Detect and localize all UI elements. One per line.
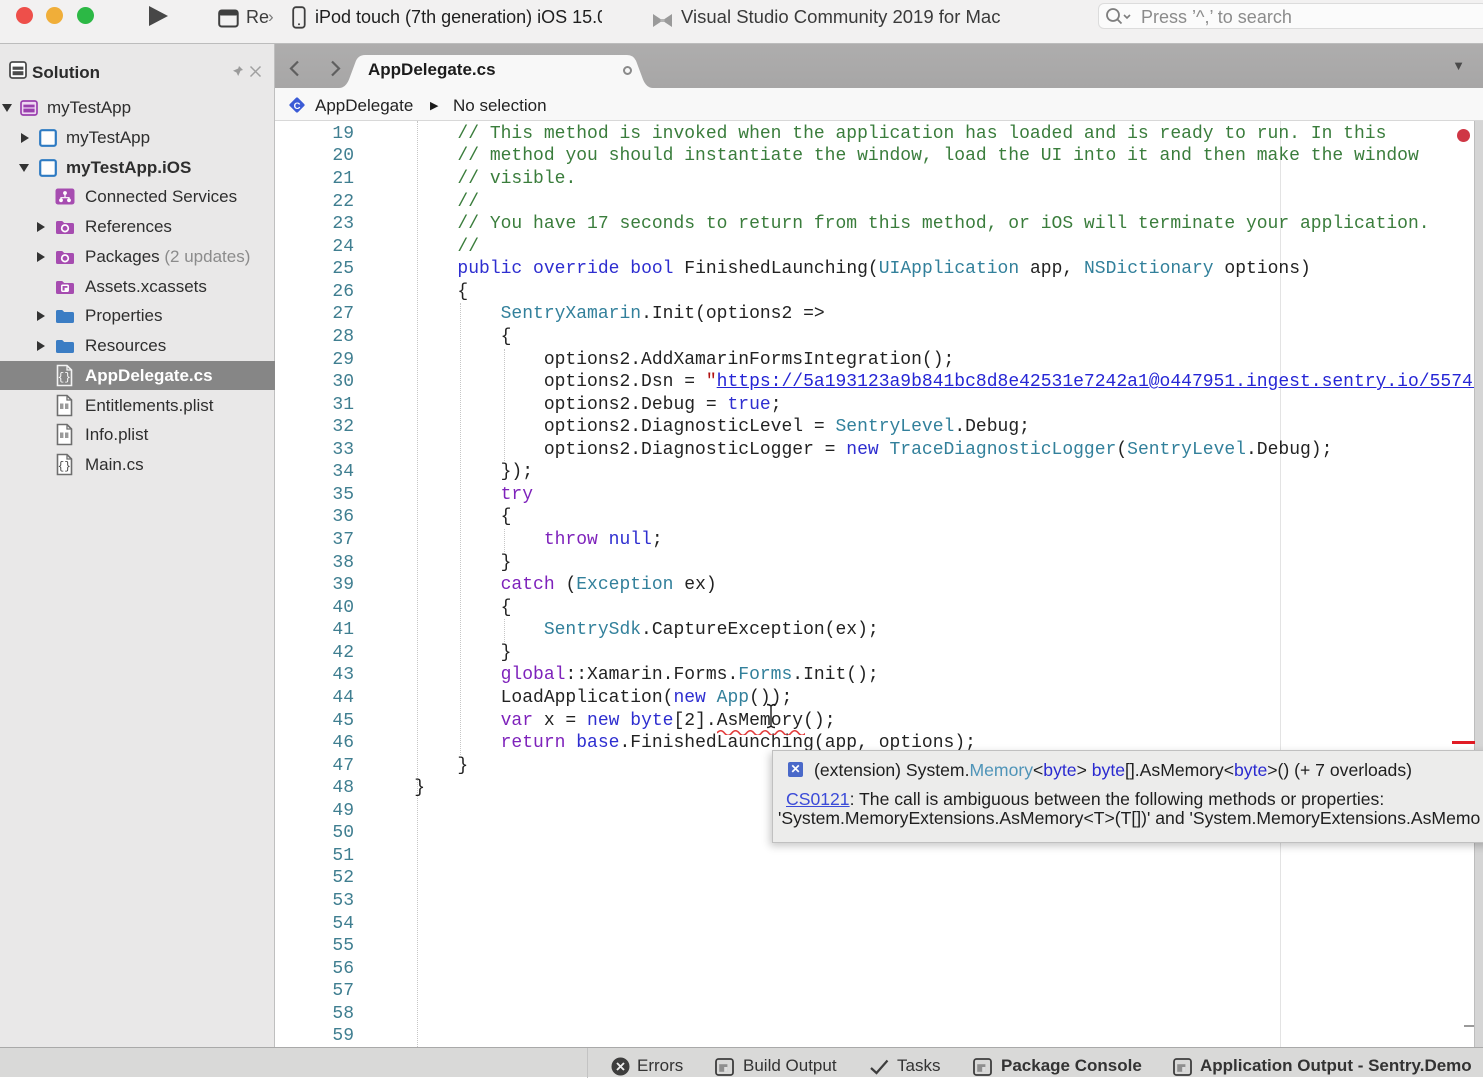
svg-text:{}: {} (58, 372, 71, 384)
svg-text:{}: {} (58, 461, 71, 473)
svg-text:C: C (294, 101, 301, 112)
